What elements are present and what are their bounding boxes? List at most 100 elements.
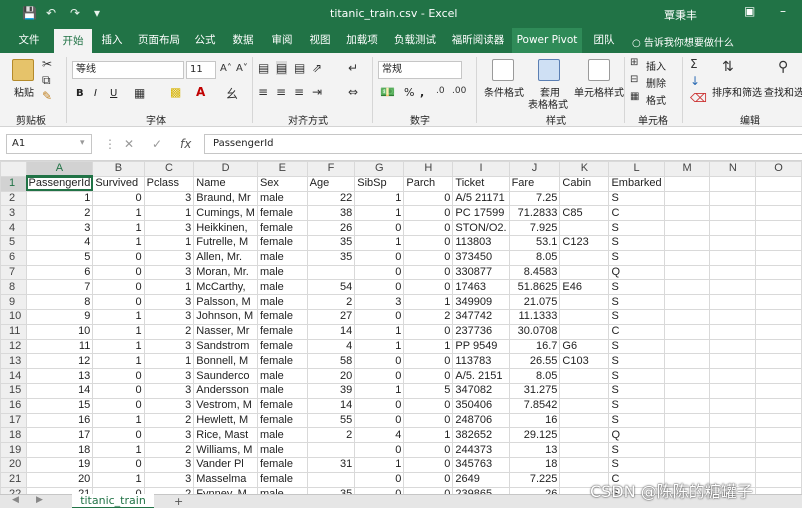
cell-b7[interactable]: 0 [92,264,145,281]
sort-filter-button[interactable]: 排序和筛选 [712,84,762,99]
cell-b10[interactable]: 1 [92,308,145,325]
cell-e4[interactable]: female [256,220,308,236]
cell-e20[interactable]: female [256,456,308,473]
cell-a9[interactable]: 8 [25,294,94,310]
cell-d16[interactable]: Vestrom, M [193,397,258,414]
cell-j6[interactable]: 8.05 [508,249,561,266]
cell-a2[interactable]: 1 [25,190,94,207]
cut-icon[interactable]: ✂ [42,57,52,71]
cell-m11[interactable] [663,323,711,340]
formula-input[interactable]: PassengerId [204,134,802,154]
cell-a20[interactable]: 19 [25,456,94,473]
wrap-text-icon[interactable]: ↵ [348,61,358,75]
cell-d20[interactable]: Vander Pl [193,456,258,473]
cell-e3[interactable]: female [256,205,308,222]
cell-l12[interactable]: S [608,338,665,355]
tab-home[interactable]: 开始 [54,29,92,53]
cell-k16[interactable] [559,397,610,414]
row-header[interactable]: 1 [0,175,27,192]
cell-a4[interactable]: 3 [25,220,94,236]
cell-l13[interactable]: S [608,353,665,370]
cell-n3[interactable] [709,205,757,222]
cell-d15[interactable]: Andersson [193,382,258,399]
format-button[interactable]: 格式 [646,92,666,107]
phonetic-icon[interactable]: 幺 [226,85,238,102]
cell-g9[interactable]: 3 [354,294,405,310]
cell-b15[interactable]: 0 [92,382,145,399]
cell-h6[interactable]: 0 [403,249,454,266]
fill-color-icon[interactable]: ▩ [170,85,181,99]
cell-h22[interactable]: 0 [403,486,454,494]
cell-l20[interactable]: S [608,456,665,473]
cell-j13[interactable]: 26.55 [508,353,561,370]
cell-n11[interactable] [709,323,757,340]
cell-i17[interactable]: 248706 [452,412,510,429]
cell-b17[interactable]: 1 [92,412,145,429]
cell-g17[interactable]: 0 [354,412,405,429]
column-header-o[interactable]: O [755,161,802,177]
cell-h5[interactable]: 0 [403,234,454,251]
cell-m18[interactable] [663,427,711,444]
cell-f17[interactable]: 55 [306,412,356,429]
format-painter-icon[interactable]: ✎ [42,89,52,103]
cell-l14[interactable]: S [608,368,665,384]
cell-f3[interactable]: 38 [306,205,356,222]
cell-g2[interactable]: 1 [354,190,405,207]
cell-e21[interactable]: female [256,471,308,488]
cell-g8[interactable]: 0 [354,279,405,296]
delete-button[interactable]: 删除 [646,75,666,90]
cell-e2[interactable]: male [256,190,308,207]
cell-k7[interactable] [559,264,610,281]
cell-b11[interactable]: 1 [92,323,145,340]
tab-view[interactable]: 视图 [302,28,338,53]
cell-m10[interactable] [663,308,711,325]
cell-n1[interactable] [709,175,757,192]
cell-d6[interactable]: Allen, Mr. [193,249,258,266]
cell-h15[interactable]: 5 [403,382,454,399]
cell-e5[interactable]: female [256,234,308,251]
cell-l6[interactable]: S [608,249,665,266]
cell-h14[interactable]: 0 [403,368,454,384]
cell-c21[interactable]: 3 [143,471,195,488]
copy-icon[interactable]: ⧉ [42,73,51,88]
cell-a6[interactable]: 5 [25,249,94,266]
cell-d12[interactable]: Sandstrom [193,338,258,355]
cell-a10[interactable]: 9 [25,308,94,325]
cell-d9[interactable]: Palsson, M [193,294,258,310]
cell-l19[interactable]: S [608,442,665,458]
align-right-icon[interactable]: ≡ [294,85,304,99]
cell-h16[interactable]: 0 [403,397,454,414]
cell-o2[interactable] [755,190,802,207]
cell-e9[interactable]: male [256,294,308,310]
cell-o9[interactable] [755,294,802,310]
cell-c15[interactable]: 3 [143,382,195,399]
cell-o18[interactable] [755,427,802,444]
border-icon[interactable]: ▦ [134,86,145,100]
conditional-format-icon[interactable] [492,59,514,81]
customize-toolbar-icon[interactable]: ▾ [94,6,100,20]
tab-foxit-reader[interactable]: 福昕阅读器 [446,28,510,53]
cell-h13[interactable]: 0 [403,353,454,370]
cell-f1[interactable]: Age [306,175,356,192]
redo-icon[interactable]: ↷ [70,6,80,20]
cell-k10[interactable] [559,308,610,325]
cell-o11[interactable] [755,323,802,340]
cell-l10[interactable]: S [608,308,665,325]
cell-j19[interactable]: 13 [508,442,561,458]
column-header-c[interactable]: C [143,161,195,177]
cell-k6[interactable] [559,249,610,266]
cell-j10[interactable]: 11.1333 [508,308,561,325]
cell-m3[interactable] [663,205,711,222]
cell-k17[interactable] [559,412,610,429]
cell-a14[interactable]: 13 [25,368,94,384]
cell-d14[interactable]: Saunderco [193,368,258,384]
cell-a22[interactable]: 21 [25,486,94,494]
cell-n2[interactable] [709,190,757,207]
cell-k11[interactable] [559,323,610,340]
cell-o1[interactable] [755,175,802,192]
cell-g5[interactable]: 1 [354,234,405,251]
cell-k9[interactable] [559,294,610,310]
cell-g12[interactable]: 1 [354,338,405,355]
cell-d13[interactable]: Bonnell, M [193,353,258,370]
cell-e1[interactable]: Sex [256,175,308,192]
